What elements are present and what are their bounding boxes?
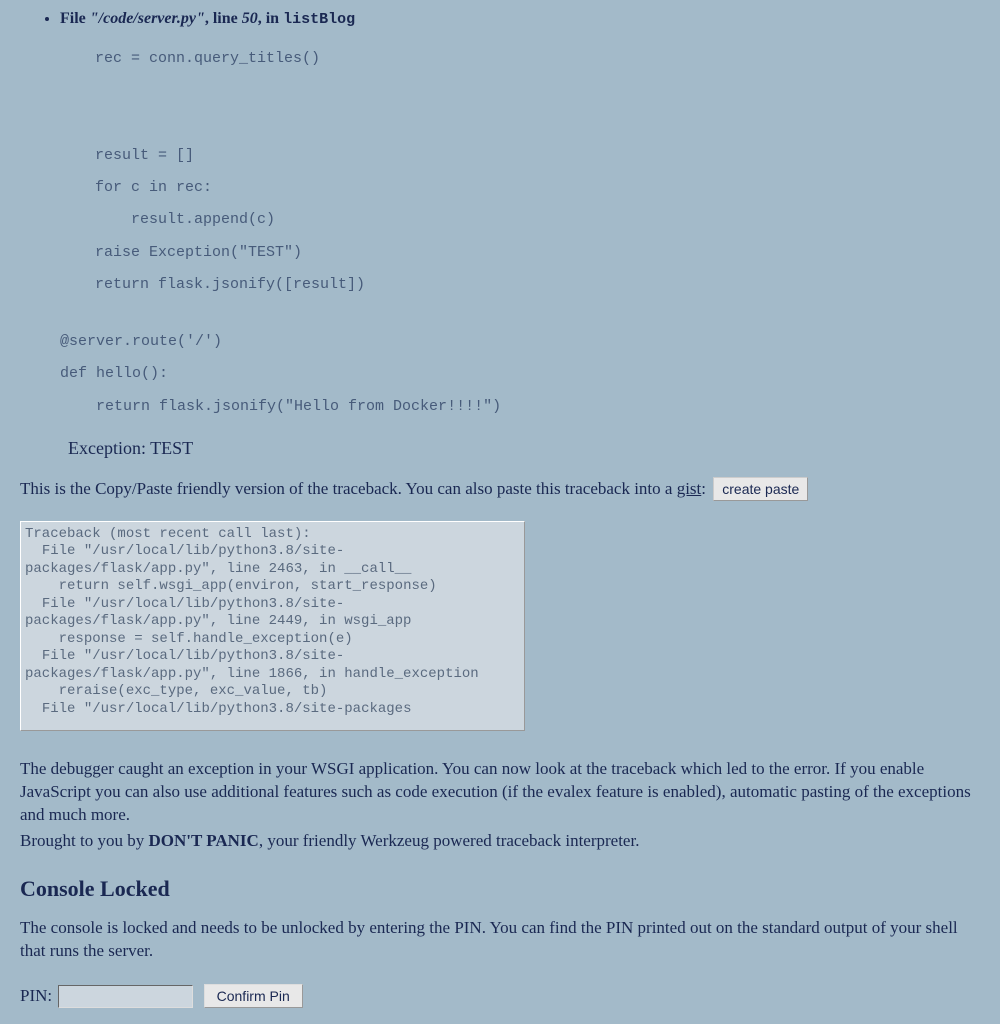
console-locked-heading: Console Locked (20, 876, 980, 902)
brought-post: , your friendly Werkzeug powered traceba… (259, 831, 640, 850)
brought-pre: Brought to you by (20, 831, 148, 850)
file-label: File (60, 10, 90, 27)
file-path: "/code/server.py" (90, 10, 205, 27)
in-label: , in (258, 10, 283, 27)
pin-input[interactable] (58, 985, 193, 1008)
exception-summary: Exception: TEST (68, 438, 980, 459)
line-number: 50 (242, 10, 258, 27)
source-code-continued: @server.route('/') def hello(): return f… (60, 326, 980, 423)
traceback-frames: File "/code/server.py", line 50, in list… (20, 10, 980, 423)
dont-panic: DON'T PANIC (148, 831, 258, 850)
create-paste-button[interactable]: create paste (713, 477, 808, 501)
copy-paste-text-pre: This is the Copy/Paste friendly version … (20, 479, 677, 498)
function-name: listBlog (283, 11, 355, 28)
source-code: rec = conn.query_titles() result = [] fo… (95, 43, 980, 301)
confirm-pin-button[interactable]: Confirm Pin (204, 984, 303, 1008)
copy-paste-intro: This is the Copy/Paste friendly version … (20, 477, 980, 501)
pin-row: PIN: Confirm Pin (20, 984, 980, 1008)
gist-link[interactable]: gist (677, 479, 702, 498)
line-label: , line (205, 10, 242, 27)
frame-item: File "/code/server.py", line 50, in list… (60, 10, 980, 423)
frame-header: File "/code/server.py", line 50, in list… (60, 10, 355, 27)
traceback-textarea[interactable] (20, 521, 525, 731)
pin-label: PIN: (20, 986, 52, 1005)
copy-paste-text-post: : (701, 479, 710, 498)
brought-to-you: Brought to you by DON'T PANIC, your frie… (20, 831, 980, 851)
console-locked-text: The console is locked and needs to be un… (20, 917, 980, 963)
debugger-explanation: The debugger caught an exception in your… (20, 758, 980, 827)
